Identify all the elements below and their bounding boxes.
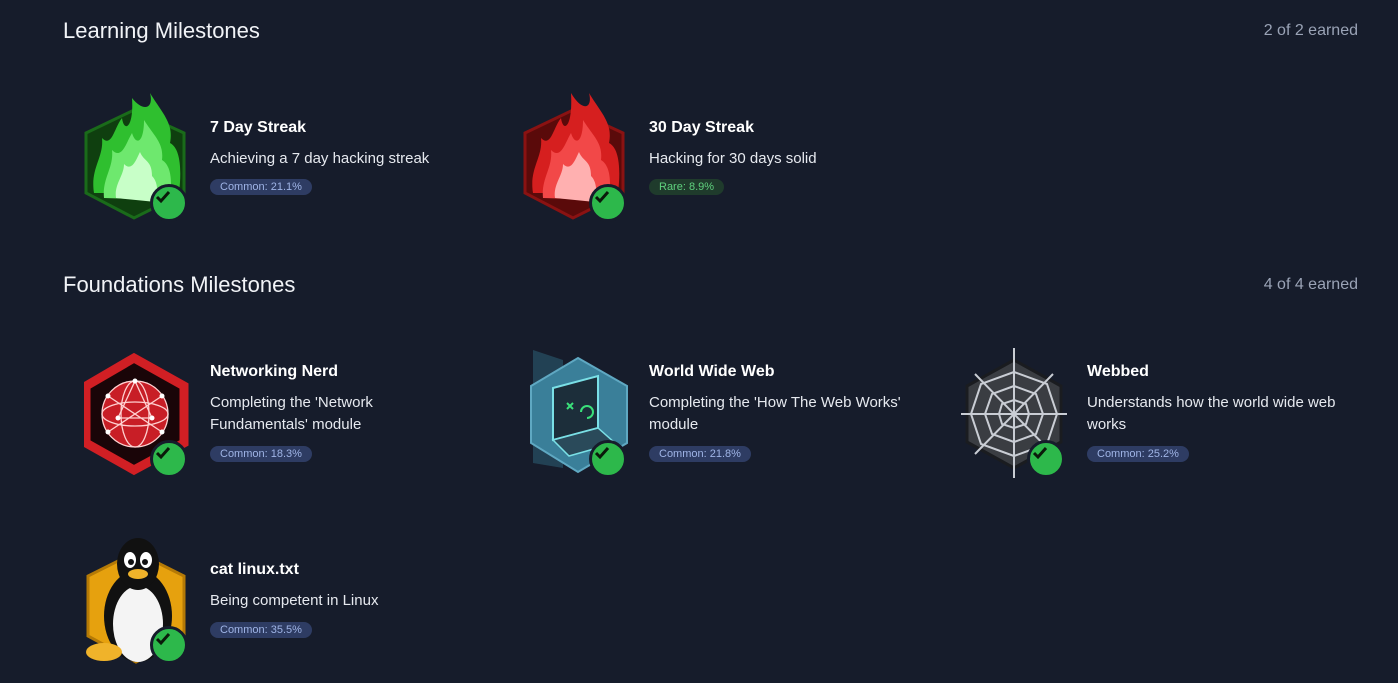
green-flame-icon <box>84 88 194 228</box>
section-count-foundations: 4 of 4 earned <box>1263 276 1358 293</box>
badge-desc: Being competent in Linux <box>210 592 379 609</box>
badge-card-networking-nerd[interactable]: Networking Nerd Completing the 'Network … <box>66 340 486 480</box>
badge-desc: Understands how the world wide web works <box>1087 394 1336 433</box>
badge-desc: Completing the 'How The Web Works' modul… <box>649 394 901 433</box>
badge-name: Webbed <box>1087 363 1149 380</box>
badge-name: World Wide Web <box>649 363 775 380</box>
section-title-foundations: Foundations Milestones <box>63 272 296 297</box>
badge-card-cat-linux[interactable]: cat linux.txt Being competent in Linux C… <box>66 530 486 670</box>
network-globe-icon <box>84 348 194 488</box>
earned-check-icon <box>150 626 188 664</box>
earned-check-icon <box>150 440 188 478</box>
badge-desc: Hacking for 30 days solid <box>649 150 817 167</box>
section-title-learning: Learning Milestones <box>63 18 260 43</box>
rarity-pill: Common: 25.2% <box>1087 446 1189 462</box>
spider-web-icon <box>961 348 1071 488</box>
rarity-pill: Common: 21.8% <box>649 446 751 462</box>
earned-check-icon <box>589 440 627 478</box>
badge-name: Networking Nerd <box>210 363 339 380</box>
rarity-pill: Common: 21.1% <box>210 179 312 195</box>
badge-desc: Completing the 'Network Fundamentals' mo… <box>210 394 373 433</box>
badge-card-world-wide-web[interactable]: World Wide Web Completing the 'How The W… <box>505 340 925 480</box>
earned-check-icon <box>1027 440 1065 478</box>
earned-check-icon <box>589 184 627 222</box>
linux-penguin-icon <box>84 530 194 670</box>
red-flame-icon <box>523 88 633 228</box>
badge-desc: Achieving a 7 day hacking streak <box>210 150 430 167</box>
rarity-pill: Common: 18.3% <box>210 446 312 462</box>
badge-card-7-day-streak[interactable]: 7 Day Streak Achieving a 7 day hacking s… <box>66 88 486 228</box>
badge-name: cat linux.txt <box>210 561 299 578</box>
rarity-pill: Rare: 8.9% <box>649 179 725 195</box>
rarity-pill: Common: 35.5% <box>210 622 312 638</box>
laptop-icon <box>523 348 633 488</box>
section-count-learning: 2 of 2 earned <box>1263 22 1358 39</box>
badge-name: 7 Day Streak <box>210 119 307 136</box>
badge-card-30-day-streak[interactable]: 30 Day Streak Hacking for 30 days solid … <box>505 88 925 228</box>
badge-card-webbed[interactable]: Webbed Understands how the world wide we… <box>943 340 1363 480</box>
earned-check-icon <box>150 184 188 222</box>
badge-name: 30 Day Streak <box>649 119 754 136</box>
